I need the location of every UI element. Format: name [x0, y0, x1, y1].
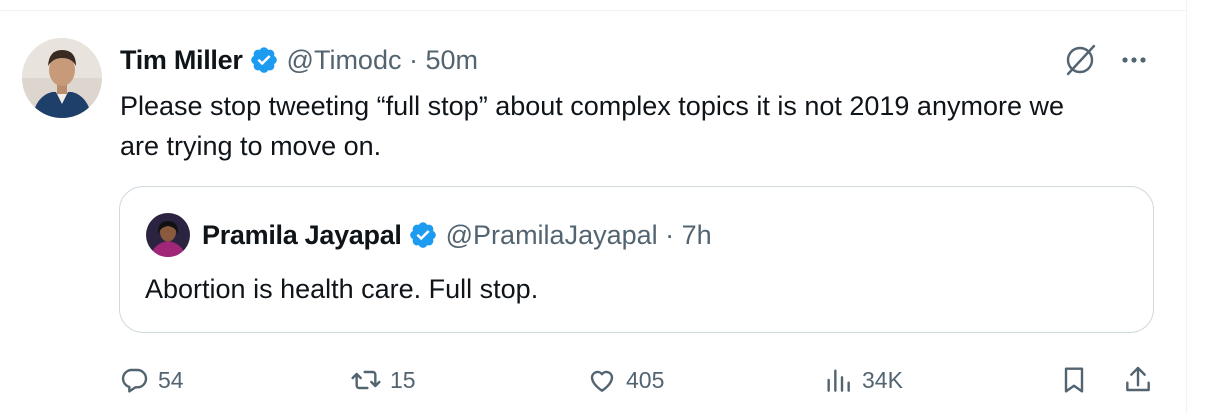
divider-right: [1186, 0, 1187, 414]
repost-button[interactable]: 15: [350, 358, 416, 402]
share-button[interactable]: [1122, 358, 1154, 402]
like-count: 405: [626, 366, 665, 393]
author-handle-time[interactable]: @Timodc · 50m: [287, 45, 478, 76]
tweet[interactable]: Tim Miller @Timodc · 50m Please stop twe…: [0, 0, 1186, 414]
more-icon[interactable]: [1114, 40, 1154, 80]
avatar-photo-icon: [146, 213, 190, 257]
quoted-author-name[interactable]: Pramila Jayapal: [202, 220, 402, 251]
reply-count: 54: [158, 366, 184, 393]
repost-icon: [351, 370, 381, 390]
views-icon: [827, 369, 850, 392]
author-avatar[interactable]: [22, 38, 102, 118]
quoted-tweet[interactable]: Pramila Jayapal @PramilaJayapal · 7h Abo…: [119, 186, 1154, 333]
quoted-header: Pramila Jayapal @PramilaJayapal · 7h: [202, 215, 712, 255]
reply-button[interactable]: 54: [118, 358, 184, 402]
views-count: 34K: [862, 366, 903, 393]
quoted-handle-time[interactable]: @PramilaJayapal · 7h: [446, 220, 712, 251]
views-button[interactable]: 34K: [822, 358, 903, 402]
tweet-text: Please stop tweeting “full stop” about c…: [120, 91, 1064, 161]
reply-icon: [121, 368, 148, 393]
like-icon: [590, 370, 614, 392]
verified-badge-icon: [409, 222, 436, 248]
tweet-header: Tim Miller @Timodc · 50m: [120, 40, 478, 80]
repost-count: 15: [390, 366, 416, 393]
author-name[interactable]: Tim Miller: [120, 45, 243, 76]
grok-icon[interactable]: [1060, 40, 1100, 80]
tweet-top-actions: [1060, 40, 1154, 80]
tweet-action-bar: 54 15 405 34K: [118, 358, 1158, 402]
like-button[interactable]: 405: [586, 358, 664, 402]
verified-badge-icon: [250, 47, 277, 73]
quoted-text: Abortion is health care. Full stop.: [145, 274, 539, 304]
avatar-photo-icon: [22, 38, 102, 118]
bookmark-icon: [1064, 367, 1084, 393]
share-icon: [1126, 366, 1150, 392]
bookmark-button[interactable]: [1058, 358, 1090, 402]
quoted-author-avatar[interactable]: [146, 213, 190, 257]
